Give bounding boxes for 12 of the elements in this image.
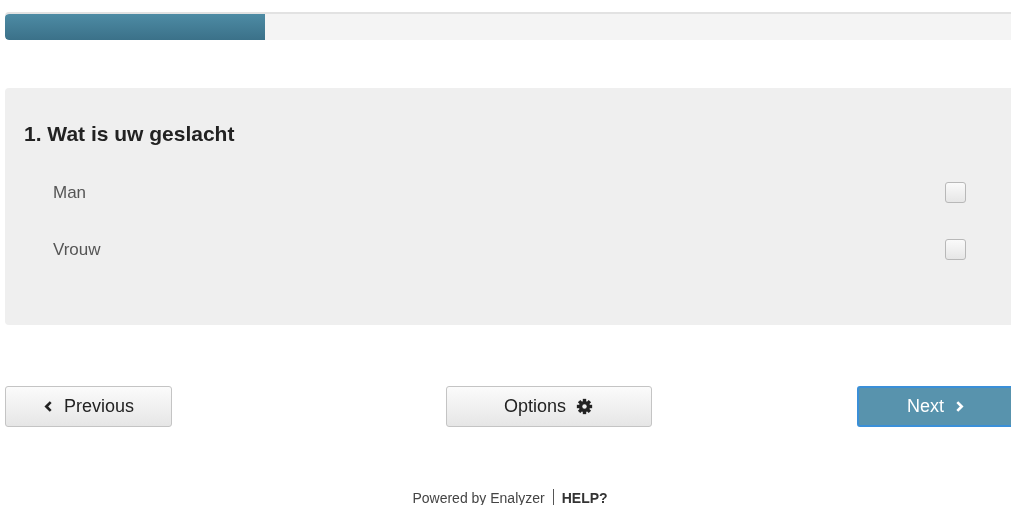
gear-icon: [576, 398, 593, 415]
chevron-right-icon: [954, 401, 965, 412]
powered-by-text: Powered by Enalyzer: [412, 490, 545, 505]
options-button[interactable]: Options: [445, 386, 652, 427]
option-label: Man: [53, 182, 87, 203]
previous-button[interactable]: Previous: [5, 386, 172, 427]
checkbox[interactable]: [945, 239, 966, 260]
checkbox[interactable]: [945, 182, 966, 203]
question-title: 1. Wat is uw geslacht: [24, 122, 236, 146]
option-label: Vrouw: [53, 239, 101, 260]
chevron-left-icon: [43, 401, 54, 412]
help-link[interactable]: HELP?: [561, 490, 608, 505]
